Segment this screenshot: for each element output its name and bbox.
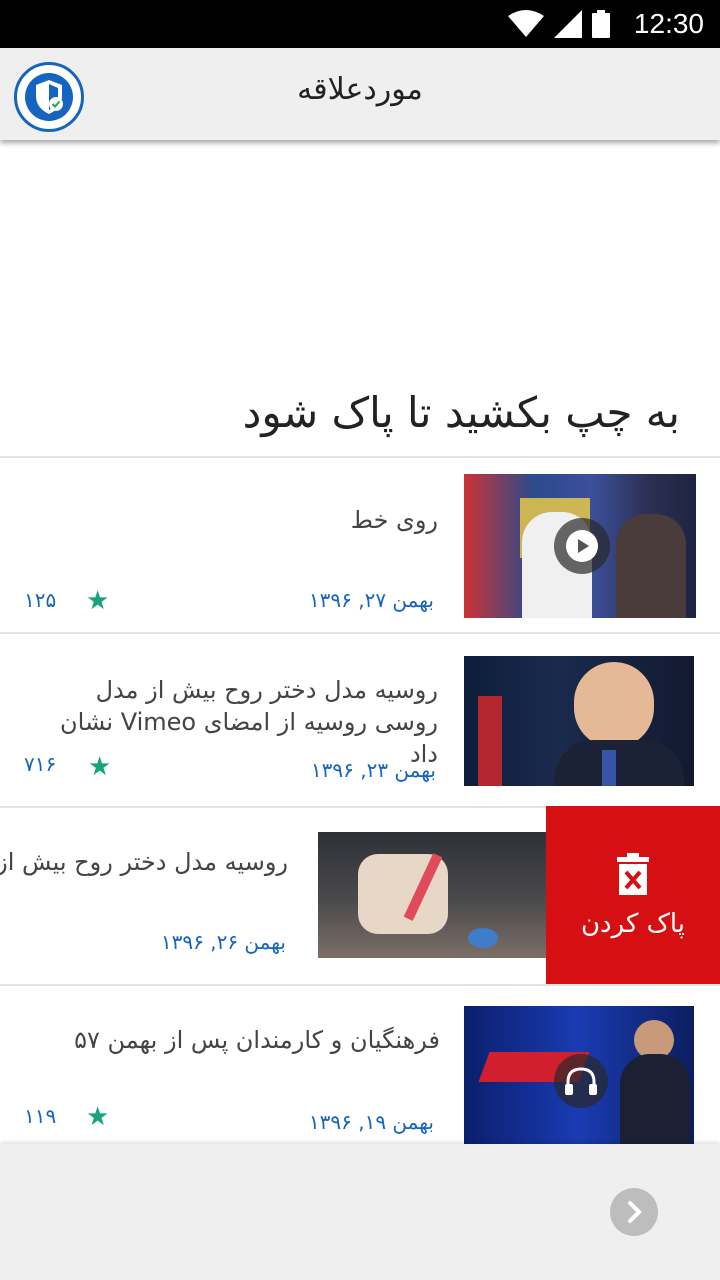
status-time: 12:30	[633, 8, 704, 39]
chevron-right-icon[interactable]	[610, 1188, 658, 1236]
star-icon[interactable]: ★	[86, 1104, 109, 1130]
thumbnail-image	[464, 1006, 694, 1144]
thumbnail-image	[318, 832, 548, 958]
item-title: روی خط	[350, 506, 438, 534]
app-bar: موردعلاقه	[0, 48, 720, 140]
wifi-icon	[508, 10, 544, 37]
list-item[interactable]: فرهنگیان و کارمندان پس از بهمن ۵۷ بهمن ۱…	[0, 986, 720, 1144]
status-bar: 12:30	[0, 0, 720, 48]
item-title: روسیه مدل دختر روح بیش از مدل روسی روسیه…	[0, 848, 288, 876]
item-title: فرهنگیان و کارمندان پس از بهمن ۵۷	[74, 1026, 440, 1054]
battery-icon	[592, 10, 610, 38]
star-icon[interactable]: ★	[86, 588, 109, 614]
swipe-hint: به چپ بکشید تا پاک شود	[242, 388, 680, 437]
item-count: ۷۱۶	[24, 752, 57, 776]
item-count: ۱۱۹	[24, 1104, 57, 1128]
play-icon[interactable]	[554, 518, 610, 574]
trash-icon	[617, 853, 649, 895]
delete-label: پاک کردن	[580, 909, 686, 939]
list-item[interactable]: روی خط بهمن ۲۷, ۱۳۹۶ ★ ۱۲۵	[0, 458, 720, 634]
list-item[interactable]: روسیه مدل دختر روح بیش از مدل روسی روسیه…	[0, 634, 720, 806]
delete-button[interactable]: پاک کردن	[546, 806, 720, 986]
page-title: موردعلاقه	[297, 72, 423, 107]
thumbnail-image	[464, 656, 694, 786]
item-count: ۱۲۵	[24, 588, 57, 612]
bottom-bar	[0, 1144, 720, 1280]
headphones-icon[interactable]	[554, 1054, 608, 1108]
star-icon[interactable]: ★	[88, 754, 111, 780]
thumbnail-image	[464, 474, 696, 618]
item-date: بهمن ۲۳, ۱۳۹۶	[310, 758, 436, 782]
signal-icon	[554, 10, 582, 38]
item-date: بهمن ۲۷, ۱۳۹۶	[308, 588, 434, 612]
status-icons	[508, 10, 610, 38]
item-date: بهمن ۱۹, ۱۳۹۶	[308, 1110, 434, 1134]
item-date: بهمن ۲۶, ۱۳۹۶	[160, 930, 286, 954]
